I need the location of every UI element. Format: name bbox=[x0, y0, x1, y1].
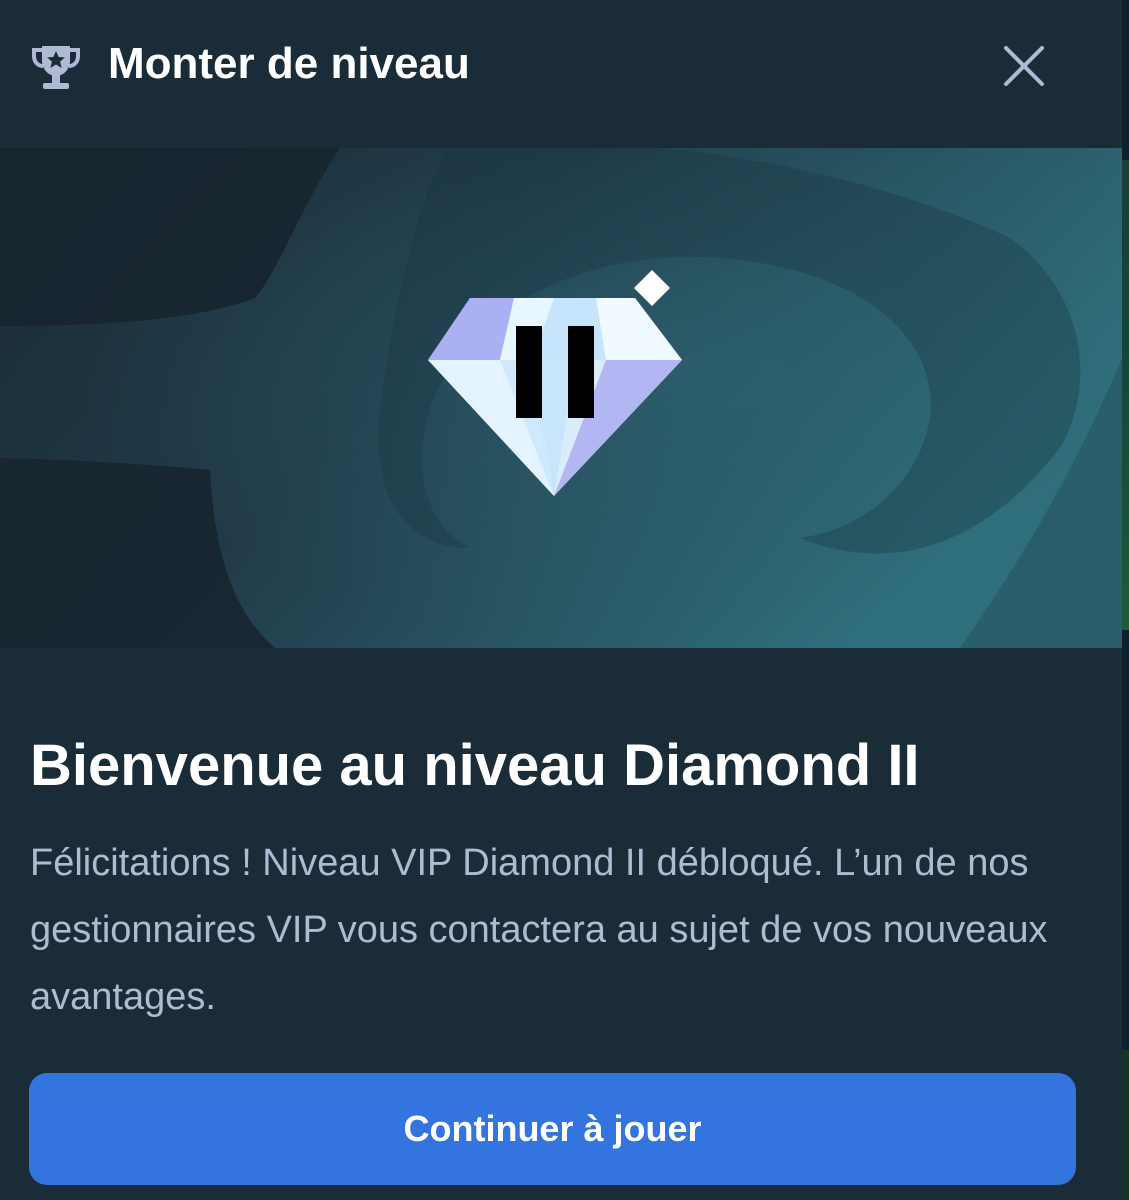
level-banner: II bbox=[0, 148, 1122, 648]
level-heading: Bienvenue au niveau Diamond II bbox=[30, 733, 920, 798]
diamond-tier-label: II bbox=[420, 256, 421, 257]
diamond-tier-icon: II bbox=[420, 256, 682, 496]
level-up-modal: Monter de niveau II Bienvenue au niveau … bbox=[0, 0, 1122, 1200]
background-edge bbox=[1122, 0, 1129, 1200]
level-description: Félicitations ! Niveau VIP Diamond II dé… bbox=[30, 842, 1048, 1018]
close-icon[interactable] bbox=[1000, 42, 1048, 90]
modal-header: Monter de niveau bbox=[0, 0, 1122, 130]
trophy-icon bbox=[32, 46, 80, 89]
continue-playing-button[interactable]: Continuer à jouer bbox=[29, 1073, 1076, 1185]
modal-title: Monter de niveau bbox=[108, 39, 470, 88]
